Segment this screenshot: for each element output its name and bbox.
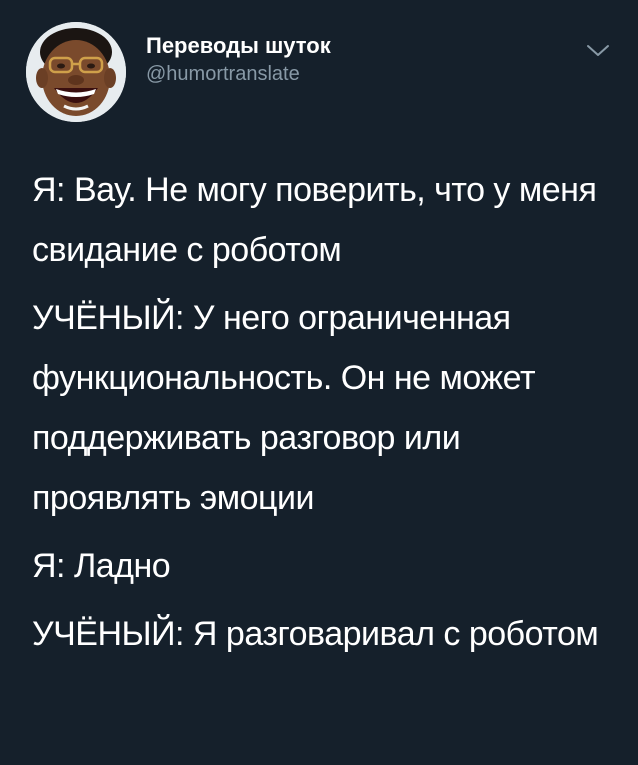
- tweet-paragraph: Я: Вау. Не могу поверить, что у меня сви…: [32, 171, 597, 269]
- author-display-name[interactable]: Переводы шуток: [146, 32, 331, 60]
- laughing-man-avatar-icon: [26, 22, 126, 122]
- author-handle[interactable]: @humortranslate: [146, 60, 331, 88]
- chevron-down-icon[interactable]: [584, 40, 612, 60]
- avatar[interactable]: [26, 22, 126, 122]
- tweet-text: Я: Вау. Не могу поверить, что у меня сви…: [32, 160, 622, 672]
- tweet-card: Переводы шуток @humortranslate Я: Вау. Н…: [0, 0, 638, 765]
- author-block[interactable]: Переводы шуток @humortranslate: [146, 32, 331, 88]
- tweet-paragraph: УЧЁНЫЙ: Я разговаривал с роботом: [32, 615, 599, 653]
- tweet-paragraph: УЧЁНЫЙ: У него ограниченная функциональн…: [32, 299, 536, 517]
- tweet-paragraph: Я: Ладно: [32, 547, 171, 585]
